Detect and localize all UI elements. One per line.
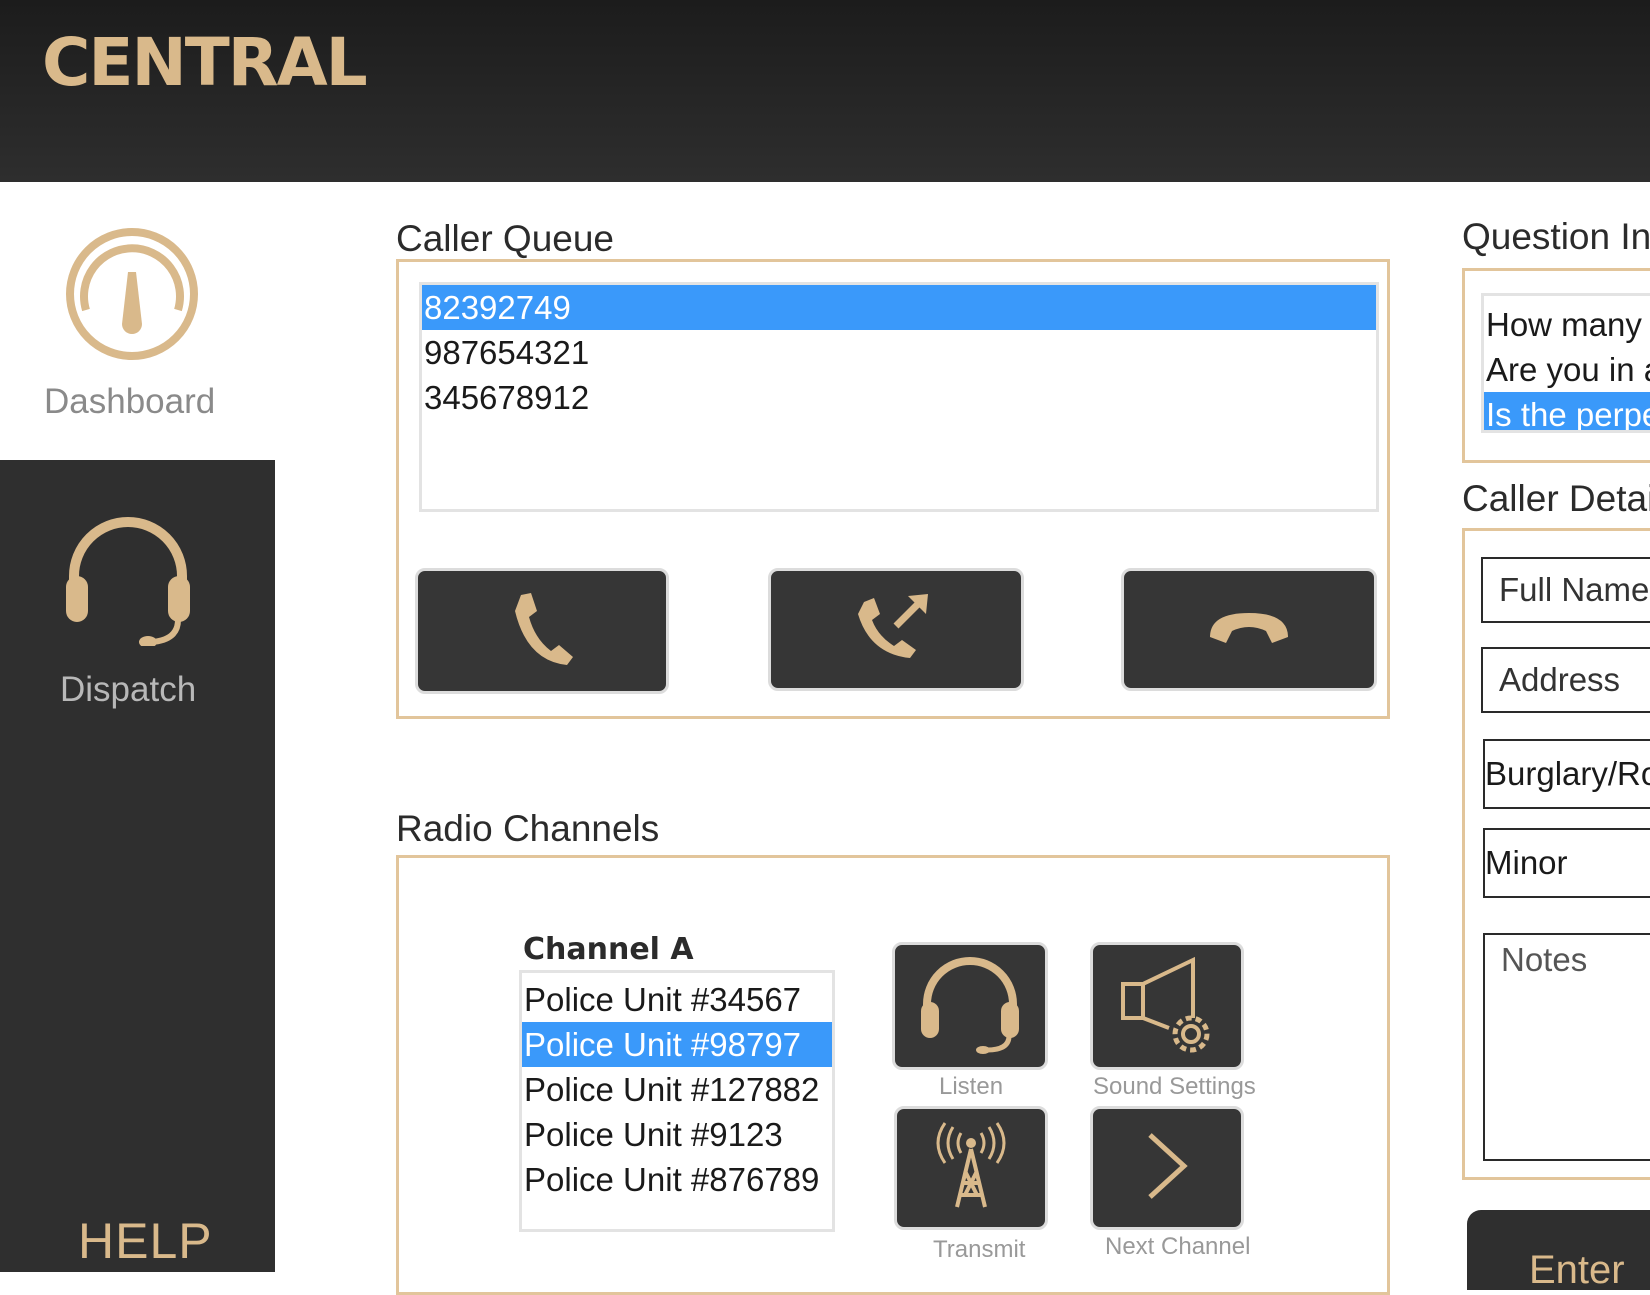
radio-channels-title: Radio Channels	[396, 808, 660, 849]
full-name-placeholder: Full Name	[1499, 571, 1650, 608]
sidebar-item-label: Dispatch	[60, 670, 197, 709]
question-item[interactable]: Is the perpe	[1484, 392, 1650, 430]
full-name-field[interactable]: Full Name	[1481, 557, 1650, 623]
antenna-tower-icon	[931, 1121, 1011, 1216]
chevron-right-icon	[1142, 1131, 1192, 1206]
radio-unit-item[interactable]: Police Unit #9123	[522, 1112, 832, 1157]
caller-queue-title: Caller Queue	[396, 218, 615, 259]
notes-placeholder: Notes	[1501, 941, 1588, 978]
help-link[interactable]: HELP	[78, 1212, 213, 1270]
headset-icon	[60, 510, 196, 651]
sidebar: Dispatch HELP	[0, 460, 275, 1272]
transmit-label: Transmit	[933, 1236, 1026, 1263]
severity-value: Minor	[1485, 844, 1568, 881]
address-field[interactable]: Address	[1481, 647, 1650, 713]
radio-unit-list[interactable]: Police Unit #34567 Police Unit #98797 Poli…	[519, 970, 835, 1232]
headset-icon	[917, 954, 1023, 1059]
next-channel-label: Next Channel	[1105, 1233, 1251, 1260]
caller-queue-panel: 82392749 987654321 345678912	[396, 259, 1390, 719]
incident-type-select[interactable]: Burglary/Ro	[1483, 739, 1650, 809]
radio-unit-item[interactable]: Police Unit #876789	[522, 1157, 832, 1202]
question-item[interactable]: How many p	[1484, 302, 1650, 347]
sidebar-item-label: Dashboard	[44, 382, 216, 421]
hang-up-button[interactable]	[1121, 568, 1377, 691]
hang-up-icon	[1206, 607, 1292, 652]
enter-button-label: Enter	[1529, 1248, 1625, 1290]
sound-settings-button[interactable]	[1090, 942, 1244, 1070]
radio-channels-panel: Channel A Police Unit #34567 Police Unit …	[396, 855, 1390, 1295]
address-placeholder: Address	[1499, 661, 1621, 698]
transfer-call-button[interactable]	[768, 568, 1024, 691]
question-item[interactable]: Are you in a	[1484, 347, 1650, 392]
sidebar-item-dispatch[interactable]: Dispatch	[0, 460, 275, 720]
dashboard-gauge-icon	[64, 226, 200, 367]
radio-unit-item[interactable]: Police Unit #98797	[522, 1022, 832, 1067]
answer-call-button[interactable]	[415, 568, 669, 694]
top-bar: CENTRAL	[0, 0, 1650, 182]
speaker-settings-icon	[1117, 954, 1217, 1059]
caller-details-title: Caller Detail	[1462, 478, 1650, 519]
caller-queue-list[interactable]: 82392749 987654321 345678912	[419, 282, 1379, 512]
transmit-button[interactable]	[894, 1106, 1048, 1230]
brand-logo: CENTRAL	[42, 24, 368, 101]
radio-unit-item[interactable]: Police Unit #127882	[522, 1067, 832, 1112]
question-inventory-title: Question Inv	[1462, 216, 1650, 257]
channel-name: Channel A	[523, 932, 694, 967]
caller-details-panel: Full Name Address Burglary/Ro Minor Note…	[1462, 528, 1650, 1180]
phone-icon	[507, 589, 577, 674]
incident-type-value: Burglary/Ro	[1485, 755, 1650, 792]
severity-select[interactable]: Minor	[1483, 828, 1650, 898]
caller-queue-item[interactable]: 345678912	[422, 375, 1376, 420]
caller-queue-item[interactable]: 82392749	[422, 285, 1376, 330]
phone-forward-icon	[856, 592, 936, 667]
listen-button[interactable]	[892, 942, 1048, 1070]
sound-settings-label: Sound Settings	[1093, 1073, 1256, 1100]
radio-unit-item[interactable]: Police Unit #34567	[522, 977, 832, 1022]
notes-textarea[interactable]: Notes	[1483, 933, 1650, 1161]
enter-button[interactable]: Enter	[1467, 1210, 1650, 1290]
question-list[interactable]: How many pAre you in aIs the perpe	[1481, 293, 1650, 433]
next-channel-button[interactable]	[1090, 1106, 1244, 1230]
caller-queue-item[interactable]: 987654321	[422, 330, 1376, 375]
listen-label: Listen	[939, 1073, 1004, 1100]
sidebar-item-dashboard[interactable]: Dashboard	[0, 182, 275, 460]
question-inventory-panel: How many pAre you in aIs the perpe	[1462, 268, 1650, 463]
